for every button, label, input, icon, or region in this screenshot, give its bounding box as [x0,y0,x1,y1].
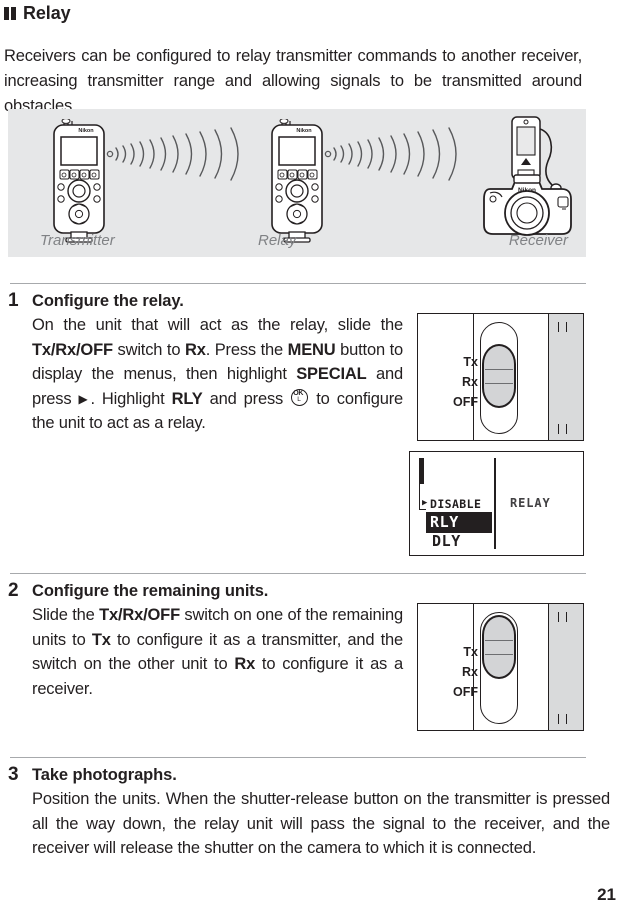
step-number: 2 [8,580,19,601]
switch-stem-top [558,322,567,332]
caption-receiver: Receiver [508,232,568,249]
page-title: Relay [23,3,71,23]
double-bar-marker-icon [4,6,16,20]
menu-item-rly-selected[interactable]: RLY [426,512,492,533]
switch-panel-shade [549,314,583,440]
step-title: Take photographs. [32,766,177,784]
emphasised-term: Rx [184,340,206,359]
figure-switch-tx: Tx Rx OFF [417,603,584,731]
switch-label-off: OFF [453,395,478,409]
lcd-column-divider [494,458,497,549]
step-body: Slide the Tx/Rx/OFF switch on one of the… [32,606,403,698]
right-arrow-icon: ▶ [78,391,91,406]
radio-wave-icon [324,123,469,190]
radio-wave-icon [106,123,251,190]
knob-ridge [485,654,513,656]
section-intro-text: Receivers can be configured to relay tra… [4,46,582,115]
emphasised-term: RLY [171,389,203,408]
manual-page: Relay Receivers can be configured to rel… [0,0,624,913]
scrollbar-thumb[interactable] [419,458,424,484]
switch-label-tx: Tx [463,645,478,659]
figure-lcd-special-menu: ▶ DISABLE RLY DLY RELAY [409,451,584,556]
knob-ridge [485,640,513,642]
step-title: Configure the relay. [32,292,184,310]
switch-panel-shade [549,604,583,730]
menu-item-label: DISABLE [430,497,482,511]
caret-icon: ▶ [422,498,428,508]
ok-button-icon [291,388,309,406]
relay-illustration: Nikon Nikon Transmitter Relay Receiver [8,109,586,257]
switch-knob[interactable] [482,615,516,679]
lcd-mode-label: RELAY [510,496,551,510]
divider [10,573,586,574]
step-title: Configure the remaining units. [32,582,269,600]
switch-label-off: OFF [453,685,478,699]
switch-knob[interactable] [482,344,516,408]
remote-relay-unit: Nikon [266,118,328,249]
step-number: 3 [8,764,19,785]
emphasised-term: SPECIAL [296,365,367,384]
switch-stem-bottom [558,714,567,724]
switch-stem-top [558,612,567,622]
switch-labels: Tx Rx OFF [426,642,478,702]
emphasised-term: Tx/Rx/OFF [32,340,113,359]
switch-label-rx: Rx [462,375,478,389]
divider [10,757,586,758]
svg-text:Nikon: Nikon [296,128,312,134]
emphasised-term: Tx/Rx/OFF [99,606,180,624]
switch-label-tx: Tx [463,355,478,369]
caption-transmitter: Transmitter [40,232,115,249]
camera-with-receiver-unit: Nikon [476,113,588,250]
switch-labels: Tx Rx OFF [426,352,478,412]
remote-transmitter-unit: Nikon [48,118,110,249]
switch-stem-bottom [558,424,567,434]
divider [10,283,586,284]
step-body: On the unit that will act as the relay, … [32,313,403,436]
page-number: 21 [597,885,616,904]
section-heading: Relay [4,4,71,22]
figure-switch-rx: Tx Rx OFF [417,313,584,441]
step-body: Position the units. When the shutter-rel… [32,790,610,858]
menu-item-disable[interactable]: ▶ DISABLE [422,497,488,511]
caption-relay: Relay [258,232,297,249]
svg-text:Nikon: Nikon [78,128,94,134]
emphasised-term: Tx [91,630,111,649]
emphasised-term: Rx [234,655,256,674]
step-number: 1 [8,290,19,311]
emphasised-term: MENU [287,340,336,359]
knob-ridge [485,369,513,371]
menu-item-dly[interactable]: DLY [432,532,490,550]
knob-ridge [485,383,513,385]
switch-label-rx: Rx [462,665,478,679]
